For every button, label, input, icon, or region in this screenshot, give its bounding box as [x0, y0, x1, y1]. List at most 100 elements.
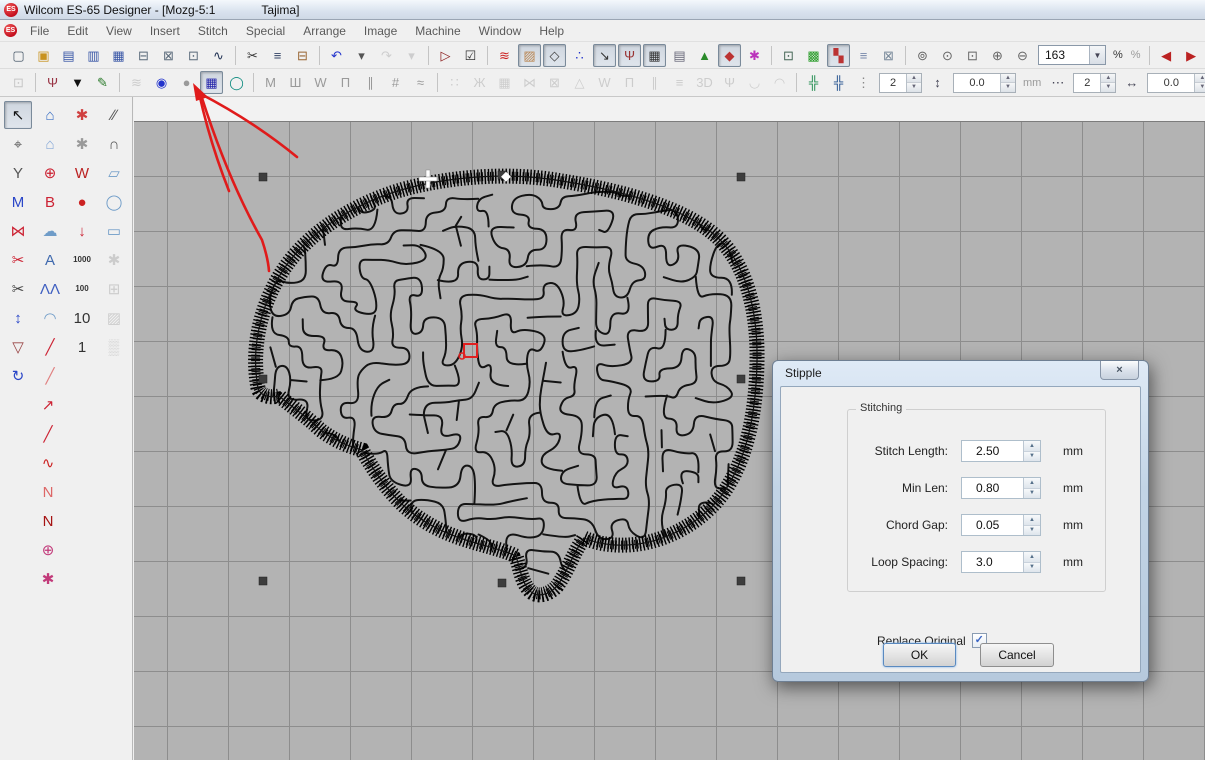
ellipse-tool-button[interactable]: ◯ [100, 188, 128, 216]
zigzag-stitch-type-button[interactable]: W [309, 71, 332, 94]
zigzag-run-button[interactable]: ∿ [34, 449, 62, 477]
select-tool-button[interactable]: ↖ [4, 101, 32, 129]
min-len-spinner[interactable]: 0.80 ▲▼ [961, 477, 1041, 499]
rotate-ellipse-button[interactable]: ↻ [4, 362, 32, 390]
penetrations-tool-button[interactable]: Ψ [41, 71, 64, 94]
cap-frame-button[interactable]: ◠ [36, 304, 64, 332]
dummy-circle-button[interactable]: ● [175, 71, 198, 94]
wave-stitch-type-button[interactable]: ≈ [409, 71, 432, 94]
zoom-out-button[interactable]: ⊖ [1011, 44, 1034, 67]
show-artwork-button[interactable]: ◆ [718, 44, 741, 67]
paste-button[interactable]: ⊟ [291, 44, 314, 67]
show-needle-points-button[interactable]: ∴ [568, 44, 591, 67]
spinner-arrows[interactable]: ▲▼ [1023, 478, 1040, 498]
dropdown-arrow-icon[interactable]: ▼ [1089, 46, 1105, 64]
bean-stitch-button[interactable]: ● [68, 188, 96, 216]
offset-b-spinner[interactable]: 0.0▲▼ [1147, 73, 1205, 93]
spacing-100-button[interactable]: 100 [68, 275, 96, 303]
spin-up-icon[interactable]: ▲ [1024, 441, 1040, 452]
travel-forward-button[interactable]: ▶ [1180, 44, 1203, 67]
show-stitches-button[interactable]: ≋ [493, 44, 516, 67]
spin-down-icon[interactable]: ▼ [907, 83, 921, 92]
circle-star-button[interactable]: ⊕ [34, 536, 62, 564]
complex-fill-button[interactable]: ▱ [100, 159, 128, 187]
loop-spacing-spinner[interactable]: 3.0 ▲▼ [961, 551, 1041, 573]
auto-apply-button[interactable]: ☑ [459, 44, 482, 67]
pull-compensation-spinner[interactable]: 2▲▼ [879, 73, 922, 93]
show-hatch-button[interactable]: ▨ [518, 44, 541, 67]
chord-gap-spinner[interactable]: 0.05 ▲▼ [961, 514, 1041, 536]
straight-run-button[interactable]: ╱ [34, 420, 62, 448]
stipple-fill-button[interactable]: ▦ [200, 71, 223, 94]
arc-tool-button[interactable]: ∩ [100, 130, 128, 158]
menu-help[interactable]: Help [530, 22, 573, 40]
branching-tool-button[interactable]: Y [4, 159, 32, 187]
menu-view[interactable]: View [97, 22, 141, 40]
spin-down-icon[interactable]: ▼ [1024, 452, 1040, 462]
closest-join-button[interactable]: ⊕ [36, 159, 64, 187]
show-background-button[interactable]: ▲ [693, 44, 716, 67]
menu-image[interactable]: Image [355, 22, 406, 40]
align-grid-2-button[interactable]: ╬ [827, 71, 850, 94]
fan-stitch-button[interactable]: ▽ [4, 333, 32, 361]
penetration-point-button[interactable]: ↓ [68, 217, 96, 245]
dots-handle-button[interactable]: ⋮ [852, 71, 875, 94]
menu-window[interactable]: Window [470, 22, 531, 40]
show-bitmap-button[interactable]: ✱ [743, 44, 766, 67]
zoom-in-button[interactable]: ⊕ [986, 44, 1009, 67]
outline-n-button[interactable]: N [34, 478, 62, 506]
reshape-object-button[interactable]: ⌂ [36, 130, 64, 158]
spin-up-icon[interactable]: ▲ [1001, 74, 1015, 84]
menu-arrange[interactable]: Arrange [294, 22, 355, 40]
spinner-arrows[interactable]: ▲▼ [906, 74, 921, 92]
spacing-1-button[interactable]: 1 [68, 333, 96, 361]
spin-up-icon[interactable]: ▲ [1024, 552, 1040, 563]
close-button[interactable]: × [1100, 361, 1139, 380]
save-design-button[interactable]: ▤ [57, 44, 80, 67]
spin-up-icon[interactable]: ▲ [1101, 74, 1115, 84]
line-stitch-type-button[interactable]: ∥ [359, 71, 382, 94]
lettering-button[interactable]: A [36, 246, 64, 274]
ok-button[interactable]: OK [883, 643, 956, 667]
spin-down-icon[interactable]: ▼ [1024, 526, 1040, 536]
stitch-length-value[interactable]: 2.50 [962, 441, 1023, 461]
spacing-1000-button[interactable]: 1000 [68, 246, 96, 274]
reshape-tool-button[interactable]: ⌂ [36, 101, 64, 129]
satin-stitch-type-button[interactable]: M [259, 71, 282, 94]
undo-dropdown-button[interactable]: ▾ [350, 44, 373, 67]
chord-gap-value[interactable]: 0.05 [962, 515, 1023, 535]
write-to-machine-button[interactable]: ▥ [82, 44, 105, 67]
menu-stitch[interactable]: Stitch [189, 22, 237, 40]
cancel-button[interactable]: Cancel [980, 643, 1054, 667]
length-adjust-button[interactable]: ↕ [4, 304, 32, 332]
machine-connect-button[interactable]: ∿ [207, 44, 230, 67]
spin-down-icon[interactable]: ▼ [1024, 489, 1040, 499]
print-preview-button[interactable]: ⊠ [157, 44, 180, 67]
show-connectors-button[interactable]: ↘ [593, 44, 616, 67]
lattice-stitch-type-button[interactable]: # [384, 71, 407, 94]
send-to-machine-button[interactable]: ⊡ [182, 44, 205, 67]
spinner-arrows[interactable]: ▲▼ [1100, 74, 1115, 92]
outline-trace-button[interactable]: ◯ [225, 71, 248, 94]
outline-offset-button[interactable]: ◉ [150, 71, 173, 94]
zoom-1-1-button[interactable]: ⊙ [936, 44, 959, 67]
add-points-button[interactable]: ✎ [91, 71, 114, 94]
undo-button[interactable]: ↶ [325, 44, 348, 67]
stitch-line-button[interactable]: ╱ [36, 333, 64, 361]
menu-insert[interactable]: Insert [141, 22, 189, 40]
spinner-arrows[interactable]: ▲▼ [1000, 74, 1015, 92]
height-adjust-button[interactable]: ↕ [926, 71, 949, 94]
offset-b-value[interactable]: 0.0 [1148, 74, 1194, 92]
color-film-button[interactable]: ▚ [827, 44, 850, 67]
menu-machine[interactable]: Machine [406, 22, 469, 40]
pointer-r-button[interactable]: ▷ [434, 44, 457, 67]
menu-file[interactable]: File [21, 22, 58, 40]
thread-palette-button[interactable]: ▩ [802, 44, 825, 67]
stitch-length-spinner[interactable]: 2.50 ▲▼ [961, 440, 1041, 462]
freehand-select-button[interactable]: ⌖ [4, 130, 32, 158]
dashed-line-button[interactable]: ╱ [36, 362, 64, 390]
zoom-combobox[interactable]: 163▼ [1038, 45, 1106, 65]
spinner-arrows[interactable]: ▲▼ [1023, 552, 1040, 572]
zigzag-tool-button[interactable]: M [4, 188, 32, 216]
zoom-value[interactable]: 163 [1039, 48, 1089, 62]
